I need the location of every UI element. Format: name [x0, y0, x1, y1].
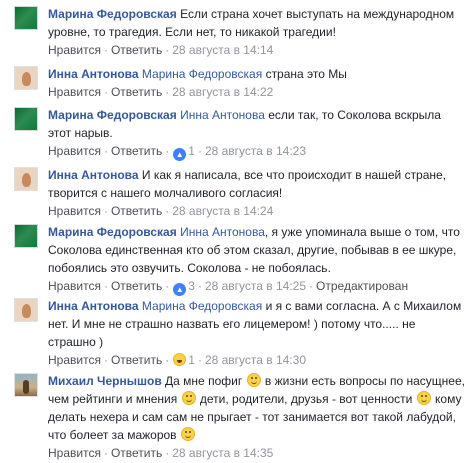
separator: ·: [165, 43, 170, 57]
comment-text: Марина Федоровская Если страна хочет выс…: [48, 5, 466, 41]
mention-link[interactable]: Инна Антонова: [180, 108, 265, 122]
comment-author[interactable]: Марина Федоровская: [48, 7, 177, 21]
smile-emoji-icon: [181, 391, 196, 405]
reaction-number: 1: [188, 144, 195, 158]
smile-emoji-icon: [416, 391, 431, 405]
separator: ·: [309, 279, 314, 293]
comment-actions: Нравится · Ответить · 28 августа в 14:22: [48, 84, 466, 100]
like-reaction-icon: ▲: [173, 283, 187, 296]
comment-body: Инна Антонова Марина Федоровская страна …: [48, 65, 466, 100]
separator: ·: [103, 353, 108, 367]
separator: ·: [103, 204, 108, 218]
separator: ·: [103, 85, 108, 99]
comment-text: Инна Антонова Марина Федоровская страна …: [48, 65, 466, 83]
separator: ·: [165, 353, 170, 367]
separator: ·: [197, 279, 202, 293]
avatar[interactable]: [14, 66, 38, 90]
comment-message: страна это Мы: [265, 67, 347, 81]
separator: ·: [103, 279, 108, 293]
comment-actions: Нравится · Ответить · 28 августа в 14:35: [48, 445, 466, 461]
comment-text: Михаил Чернышов Да мне пофиг в жизни ест…: [48, 372, 466, 444]
separator: ·: [197, 353, 202, 367]
comment-actions: Нравится · Ответить · ▲ 3 · 28 августа в 14:25 ·…: [48, 278, 466, 296]
avatar[interactable]: [14, 167, 38, 191]
comment-author[interactable]: Инна Антонова: [48, 299, 139, 313]
edited-label[interactable]: Отредактирован: [316, 279, 408, 293]
mention-link[interactable]: Марина Федоровская: [142, 299, 262, 313]
comment-message-part: дети, родители, друзья - вот ценности: [199, 392, 413, 406]
comment-text: Марина Федоровская Инна Антонова, я уже …: [48, 223, 466, 277]
reaction-number: 3: [188, 279, 195, 293]
comment-author[interactable]: Инна Антонова: [48, 168, 139, 182]
reply-button[interactable]: Ответить: [111, 85, 162, 99]
reaction-count[interactable]: ▲ 3: [172, 279, 195, 296]
comment-actions: Нравится · Ответить · ▲ 1 · 28 августа в 14:23: [48, 143, 466, 161]
comment-author[interactable]: Михаил Чернышов: [48, 374, 162, 388]
comment-body: Инна Антонова И как я написала, все что …: [48, 166, 466, 219]
reply-button[interactable]: Ответить: [111, 43, 162, 57]
comment-text: Инна Антонова Марина Федоровская и я с в…: [48, 297, 466, 351]
comment-timestamp[interactable]: 28 августа в 14:23: [205, 144, 306, 158]
avatar[interactable]: [14, 6, 38, 30]
comment-author[interactable]: Инна Антонова: [48, 67, 139, 81]
separator: ·: [165, 446, 170, 460]
like-button[interactable]: Нравится: [48, 353, 101, 367]
separator: ·: [103, 446, 108, 460]
separator: ·: [165, 144, 170, 158]
comment-text: Инна Антонова И как я написала, все что …: [48, 166, 466, 202]
comment-body: Марина Федоровская Инна Антонова, я уже …: [48, 223, 466, 296]
reply-button[interactable]: Ответить: [111, 204, 162, 218]
comment-message-part: Да мне пофиг: [165, 374, 243, 388]
separator: ·: [103, 43, 108, 57]
mention-link[interactable]: Инна Антонова: [180, 225, 265, 239]
reply-button[interactable]: Ответить: [111, 279, 162, 293]
comment-body: Михаил Чернышов Да мне пофиг в жизни ест…: [48, 372, 466, 461]
mention-link[interactable]: Марина Федоровская: [142, 67, 262, 81]
separator: ·: [197, 144, 202, 158]
reply-button[interactable]: Ответить: [111, 353, 162, 367]
smile-emoji-icon: [180, 427, 195, 441]
avatar[interactable]: [14, 107, 38, 131]
avatar[interactable]: [14, 298, 38, 322]
like-button[interactable]: Нравится: [48, 85, 101, 99]
reaction-count[interactable]: 1: [172, 353, 195, 367]
reaction-number: 1: [188, 353, 195, 367]
comment-author[interactable]: Марина Федоровская: [48, 225, 177, 239]
like-button[interactable]: Нравится: [48, 144, 101, 158]
comment-timestamp[interactable]: 28 августа в 14:25: [205, 279, 306, 293]
separator: ·: [165, 279, 170, 293]
like-button[interactable]: Нравится: [48, 43, 101, 57]
like-button[interactable]: Нравится: [48, 204, 101, 218]
comment-actions: Нравится · Ответить · 1 · 28 августа в 14:30: [48, 352, 466, 368]
haha-reaction-icon: [173, 353, 187, 366]
comment-author[interactable]: Марина Федоровская: [48, 108, 177, 122]
like-button[interactable]: Нравится: [48, 446, 101, 460]
reply-button[interactable]: Ответить: [111, 144, 162, 158]
comment-timestamp[interactable]: 28 августа в 14:14: [172, 43, 273, 57]
smile-emoji-icon: [246, 373, 261, 387]
reaction-count[interactable]: ▲ 1: [172, 144, 195, 161]
separator: ·: [165, 85, 170, 99]
comment-body: Марина Федоровская Инна Антонова если та…: [48, 106, 466, 161]
comment-actions: Нравится · Ответить · 28 августа в 14:24: [48, 203, 466, 219]
comment-timestamp[interactable]: 28 августа в 14:35: [172, 446, 273, 460]
comment-actions: Нравится · Ответить · 28 августа в 14:14: [48, 42, 466, 58]
separator: ·: [165, 204, 170, 218]
like-reaction-icon: ▲: [173, 148, 187, 161]
separator: ·: [103, 144, 108, 158]
comment-text: Марина Федоровская Инна Антонова если та…: [48, 106, 466, 142]
comment-body: Инна Антонова Марина Федоровская и я с в…: [48, 297, 466, 368]
comment-timestamp[interactable]: 28 августа в 14:22: [172, 85, 273, 99]
comment-timestamp[interactable]: 28 августа в 14:24: [172, 204, 273, 218]
comment-timestamp[interactable]: 28 августа в 14:30: [205, 353, 306, 367]
like-button[interactable]: Нравится: [48, 279, 101, 293]
reply-button[interactable]: Ответить: [111, 446, 162, 460]
avatar[interactable]: [14, 224, 38, 248]
comment-body: Марина Федоровская Если страна хочет выс…: [48, 5, 466, 58]
comment-thread: Марина Федоровская Если страна хочет выс…: [0, 0, 474, 463]
avatar[interactable]: [14, 373, 38, 397]
